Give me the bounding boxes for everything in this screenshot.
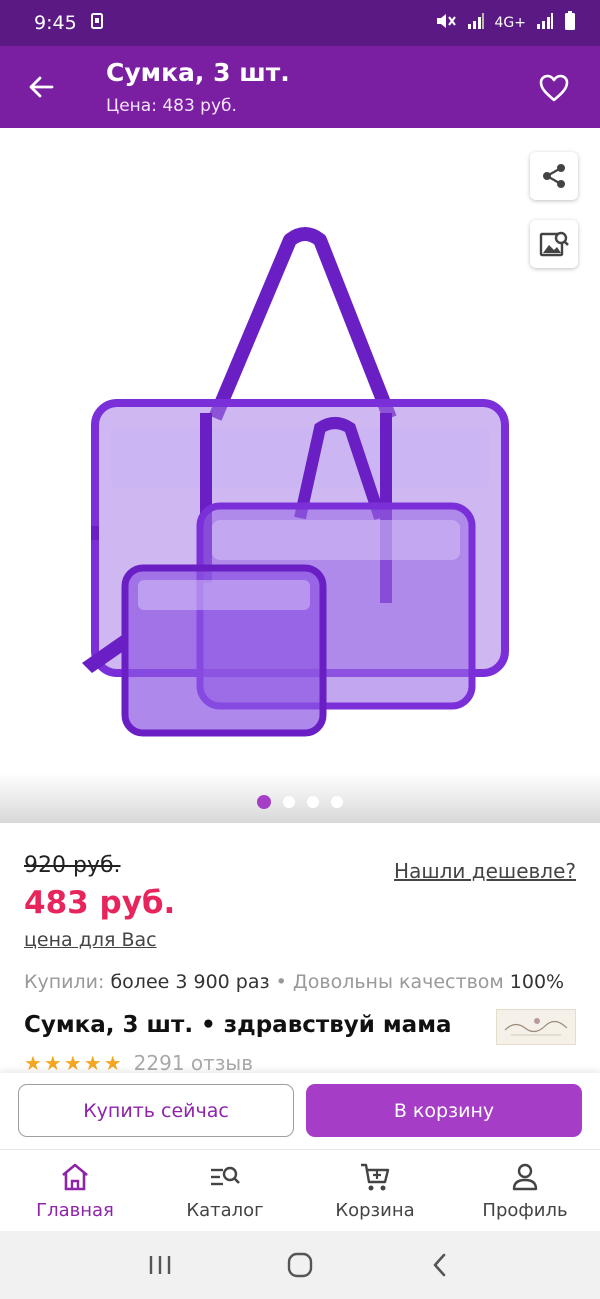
home-icon [62, 1163, 88, 1191]
page-title: Сумка, 3 шт. [106, 58, 290, 87]
sim-icon [90, 12, 103, 34]
bought-label: Купили: [24, 971, 105, 993]
recent-apps-icon [149, 1256, 171, 1274]
share-button[interactable] [530, 152, 578, 200]
profile-icon [512, 1163, 538, 1191]
gallery-pagination [0, 795, 600, 809]
product-info: 920 руб. Нашли дешевле? 483 руб. цена дл… [0, 823, 600, 1075]
pagination-dot[interactable] [257, 795, 271, 809]
pagination-dot[interactable] [331, 796, 343, 808]
product-image [82, 227, 509, 737]
system-navigation [0, 1231, 600, 1299]
rating-stars: ★★★★★ [24, 1051, 124, 1075]
purchase-bar: Купить сейчас В корзину [0, 1073, 600, 1149]
nav-item-home[interactable]: Главная [0, 1150, 150, 1231]
nav-item-cart[interactable]: Корзина [300, 1150, 450, 1231]
image-search-icon [539, 231, 569, 257]
product-name: Сумка, 3 шт. • здравствуй мама [24, 1012, 452, 1038]
nav-label: Каталог [186, 1200, 264, 1221]
pagination-dot[interactable] [307, 796, 319, 808]
home-circle-icon [287, 1252, 313, 1278]
bottom-navigation: Главная Каталог Корзина Профиль [0, 1149, 600, 1231]
nav-item-profile[interactable]: Профиль [450, 1150, 600, 1231]
app-bar: Сумка, 3 шт. Цена: 483 руб. [0, 46, 600, 128]
buy-now-button[interactable]: Купить сейчас [18, 1084, 294, 1137]
reviews-count: 2291 отзыв [133, 1051, 254, 1075]
status-icons: 4G+ [435, 11, 577, 35]
back-button[interactable] [20, 66, 62, 108]
nav-label: Корзина [335, 1200, 415, 1221]
home-system-button[interactable] [270, 1240, 330, 1290]
found-cheaper-link[interactable]: Нашли дешевле? [394, 859, 576, 883]
current-price: 483 руб. [24, 885, 176, 921]
recent-apps-button[interactable] [130, 1240, 190, 1290]
back-system-button[interactable] [410, 1240, 470, 1290]
add-to-cart-button[interactable]: В корзину [306, 1084, 582, 1137]
bought-value: более 3 900 раз [110, 971, 270, 993]
product-rating[interactable]: ★★★★★ 2291 отзыв [24, 1051, 253, 1075]
cart-icon [361, 1163, 390, 1191]
old-price: 920 руб. [24, 853, 121, 878]
brand-logo[interactable] [496, 1009, 576, 1045]
heart-icon [539, 74, 569, 102]
signal-icon-2 [536, 13, 554, 33]
mute-icon [435, 12, 457, 34]
nav-label: Главная [36, 1200, 114, 1221]
status-bar: 9:45 4G+ [0, 0, 600, 46]
status-time: 9:45 [34, 12, 77, 34]
catalog-search-icon [211, 1166, 240, 1186]
pagination-dot[interactable] [283, 796, 295, 808]
network-type: 4G+ [494, 15, 527, 31]
signal-icon [467, 13, 485, 33]
product-stats: Купили: более 3 900 раз • Довольны качес… [24, 971, 564, 993]
nav-item-catalog[interactable]: Каталог [150, 1150, 300, 1231]
stats-separator: • [275, 971, 287, 993]
nav-label: Профиль [482, 1200, 568, 1221]
product-gallery[interactable] [0, 128, 600, 823]
quality-label: Довольны качеством [292, 971, 504, 993]
quality-value: 100% [509, 971, 565, 993]
price-for-you-link[interactable]: цена для Вас [24, 929, 157, 951]
image-search-button[interactable] [530, 220, 578, 268]
page-subtitle: Цена: 483 руб. [106, 96, 237, 116]
favorite-button[interactable] [534, 68, 574, 108]
chevron-left-icon [433, 1253, 446, 1277]
battery-icon [564, 11, 576, 35]
share-icon [543, 164, 565, 188]
arrow-left-icon [29, 76, 54, 98]
